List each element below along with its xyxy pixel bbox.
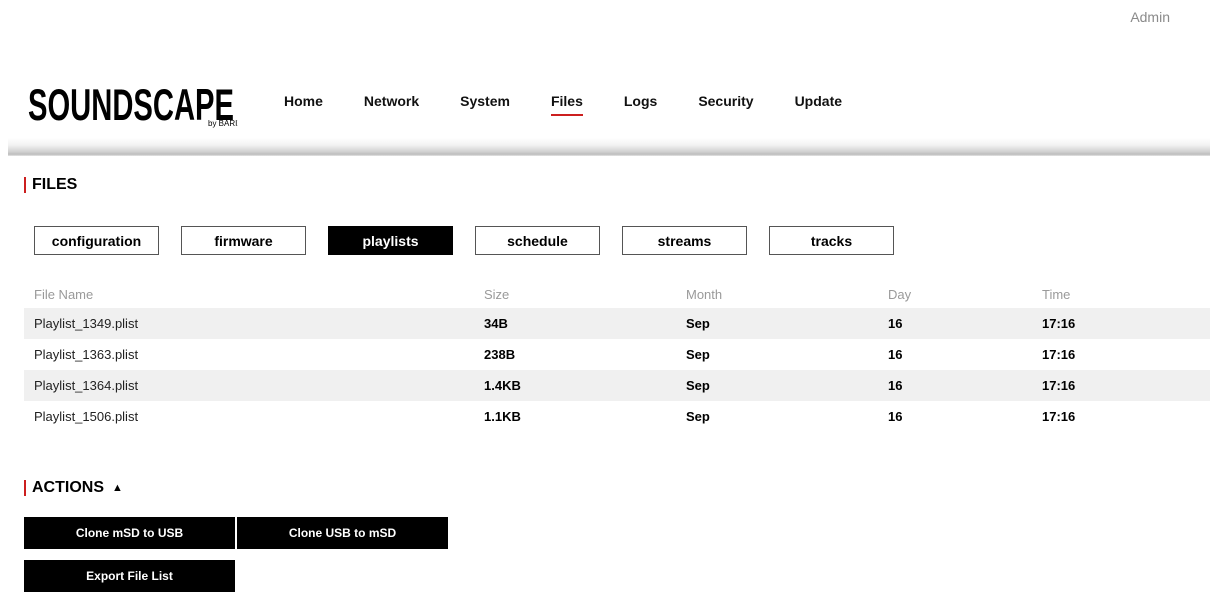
files-table: File Name Size Month Day Time Playlist_1… bbox=[24, 280, 1210, 432]
cell-month: Sep bbox=[676, 370, 878, 401]
export-file-list-button[interactable]: Export File List bbox=[24, 560, 235, 592]
actions-title-text: ACTIONS bbox=[32, 479, 104, 496]
admin-user-label[interactable]: Admin bbox=[1130, 9, 1170, 25]
nav-update[interactable]: Update bbox=[795, 93, 842, 109]
cell-time: 17:16 bbox=[1042, 409, 1076, 424]
cell-month: Sep bbox=[686, 409, 710, 424]
cell-size: 34B bbox=[474, 308, 676, 339]
cell-month: Sep bbox=[676, 308, 878, 339]
clone-usb-to-msd-button[interactable]: Clone USB to mSD bbox=[237, 517, 448, 549]
cell-size: 238B bbox=[484, 347, 516, 362]
nav-files[interactable]: Files bbox=[550, 93, 583, 116]
header-divider bbox=[8, 138, 1210, 156]
table-header-row: File Name Size Month Day Time bbox=[24, 280, 1210, 308]
cell-time: 17:16 bbox=[1032, 370, 1210, 401]
cell-file-name[interactable]: Playlist_1364.plist bbox=[24, 370, 474, 401]
file-category-tabs: configuration firmware playlists schedul… bbox=[34, 226, 916, 255]
nav-security[interactable]: Security bbox=[698, 93, 753, 109]
cell-file-name[interactable]: Playlist_1363.plist bbox=[24, 339, 474, 370]
table-row[interactable]: Playlist_1349.plist 34B Sep 16 17:16 bbox=[24, 308, 1210, 339]
column-header-day: Day bbox=[888, 286, 912, 302]
tab-tracks[interactable]: tracks bbox=[769, 226, 894, 255]
main-nav: Home Network System Files Logs Security … bbox=[284, 93, 883, 116]
nav-logs[interactable]: Logs bbox=[624, 93, 657, 109]
table-row[interactable]: Playlist_1364.plist 1.4KB Sep 16 17:16 bbox=[24, 370, 1210, 401]
files-title-text: FILES bbox=[32, 176, 78, 193]
cell-day: 16 bbox=[888, 409, 903, 424]
cell-day: 16 bbox=[888, 347, 903, 362]
cell-time: 17:16 bbox=[1032, 308, 1210, 339]
tab-schedule[interactable]: schedule bbox=[475, 226, 600, 255]
nav-network[interactable]: Network bbox=[364, 93, 419, 109]
clone-msd-to-usb-button[interactable]: Clone mSD to USB bbox=[24, 517, 235, 549]
logo-subtext: by BARIX bbox=[208, 119, 238, 128]
tab-firmware[interactable]: firmware bbox=[181, 226, 306, 255]
cell-size: 1.1KB bbox=[484, 409, 521, 424]
logo-graphic: SOUNDSCAPE by BARIX bbox=[28, 81, 238, 130]
actions-panel: Clone mSD to USB Clone USB to mSD Export… bbox=[24, 517, 450, 603]
column-header-month: Month bbox=[686, 286, 723, 302]
tab-playlists[interactable]: playlists bbox=[328, 226, 453, 255]
cell-time: 17:16 bbox=[1042, 347, 1076, 362]
tab-streams[interactable]: streams bbox=[622, 226, 747, 255]
cell-size: 1.4KB bbox=[474, 370, 676, 401]
collapse-arrow-icon: ▲ bbox=[112, 482, 123, 494]
table-row[interactable]: Playlist_1363.plist 238B Sep 16 17:16 bbox=[24, 339, 1210, 370]
table-row[interactable]: Playlist_1506.plist 1.1KB Sep 16 17:16 bbox=[24, 401, 1210, 432]
cell-month: Sep bbox=[686, 347, 710, 362]
column-header-size: Size bbox=[484, 286, 510, 302]
column-header-file-name: File Name bbox=[34, 286, 94, 302]
cell-file-name[interactable]: Playlist_1506.plist bbox=[24, 401, 474, 432]
tab-configuration[interactable]: configuration bbox=[34, 226, 159, 255]
cell-day: 16 bbox=[878, 370, 1032, 401]
logo-wordmark: SOUNDSCAPE bbox=[28, 81, 234, 130]
column-header-time: Time bbox=[1042, 286, 1071, 302]
nav-home[interactable]: Home bbox=[284, 93, 323, 109]
cell-file-name[interactable]: Playlist_1349.plist bbox=[24, 308, 474, 339]
nav-system[interactable]: System bbox=[460, 93, 510, 109]
actions-section-toggle[interactable]: ACTIONS ▲ bbox=[24, 480, 123, 496]
files-section-title: FILES bbox=[24, 177, 77, 193]
soundscape-logo: SOUNDSCAPE by BARIX bbox=[28, 40, 238, 130]
cell-day: 16 bbox=[878, 308, 1032, 339]
